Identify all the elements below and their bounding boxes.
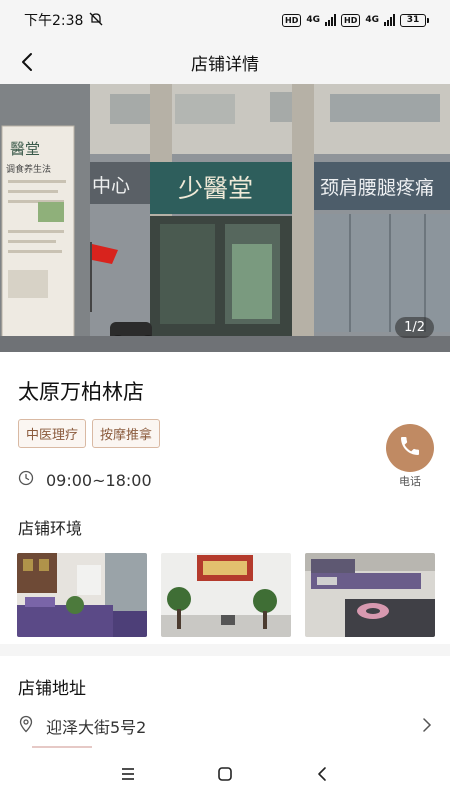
service-tags: 中医理疗 按摩推拿 [18, 419, 161, 448]
hd-badge-2: HD [341, 13, 361, 27]
network-type-2: 4G [365, 14, 379, 25]
back-arrow-icon[interactable] [14, 48, 42, 76]
location-pin-icon [18, 715, 34, 737]
phone-icon [398, 434, 422, 462]
mute-icon [89, 12, 103, 29]
business-hours: 09:00~18:00 [46, 470, 152, 490]
phone-call-button[interactable] [386, 424, 434, 472]
phone-label[interactable]: 电话 [386, 473, 434, 489]
status-time: 下午2:38 [24, 13, 84, 29]
business-hours-row: 09:00~18:00 [18, 470, 152, 490]
page-title: 店铺详情 [191, 54, 259, 75]
environment-photo-3[interactable] [305, 553, 435, 637]
signal-bars-2-icon [384, 14, 395, 26]
status-bar: 下午2:38 HD 4G HD 4G 31 [0, 0, 450, 40]
address-section-title: 店铺地址 [18, 679, 86, 699]
system-navigation-bar [0, 748, 450, 800]
environment-section-title: 店铺环境 [18, 519, 83, 538]
store-info-card: 太原万柏林店 中医理疗 按摩推拿 电话 09:00~18:00 店铺环境 [0, 352, 450, 644]
home-icon[interactable] [205, 754, 245, 794]
store-name: 太原万柏林店 [18, 380, 144, 404]
battery-indicator: 31 [400, 13, 429, 27]
nav-header: 店铺详情 [0, 40, 450, 84]
left-shop-sign: 中心 [92, 175, 130, 197]
carousel-page-indicator: 1/2 [395, 317, 434, 338]
address-row[interactable]: 迎泽大街5号2 [18, 714, 432, 738]
network-type-1: 4G [306, 14, 320, 25]
clock-icon [18, 470, 34, 490]
poster-subtitle: 调食养生法 [6, 163, 51, 175]
hd-badge-1: HD [282, 13, 302, 27]
environment-photo-1[interactable] [17, 553, 147, 637]
back-icon[interactable] [302, 754, 342, 794]
store-address: 迎泽大街5号2 [46, 718, 147, 737]
environment-photos [17, 553, 435, 637]
menu-icon[interactable] [108, 754, 148, 794]
service-tag: 按摩推拿 [92, 419, 161, 448]
storefront-photo: 中心 少醫堂 颈肩腰腿疼痛 醫堂 调食养生法 [0, 84, 450, 352]
store-photo-carousel[interactable]: 中心 少醫堂 颈肩腰腿疼痛 醫堂 调食养生法 1/2 [0, 84, 450, 352]
chevron-right-icon [422, 717, 432, 736]
address-section: 店铺地址 迎泽大街5号2 [0, 656, 450, 748]
environment-photo-2[interactable] [161, 553, 291, 637]
service-tag: 中医理疗 [18, 419, 87, 448]
signal-bars-1-icon [325, 14, 336, 26]
main-shop-sign: 少醫堂 [178, 174, 253, 203]
right-shop-sign: 颈肩腰腿疼痛 [320, 177, 434, 199]
poster-title: 醫堂 [10, 140, 40, 158]
